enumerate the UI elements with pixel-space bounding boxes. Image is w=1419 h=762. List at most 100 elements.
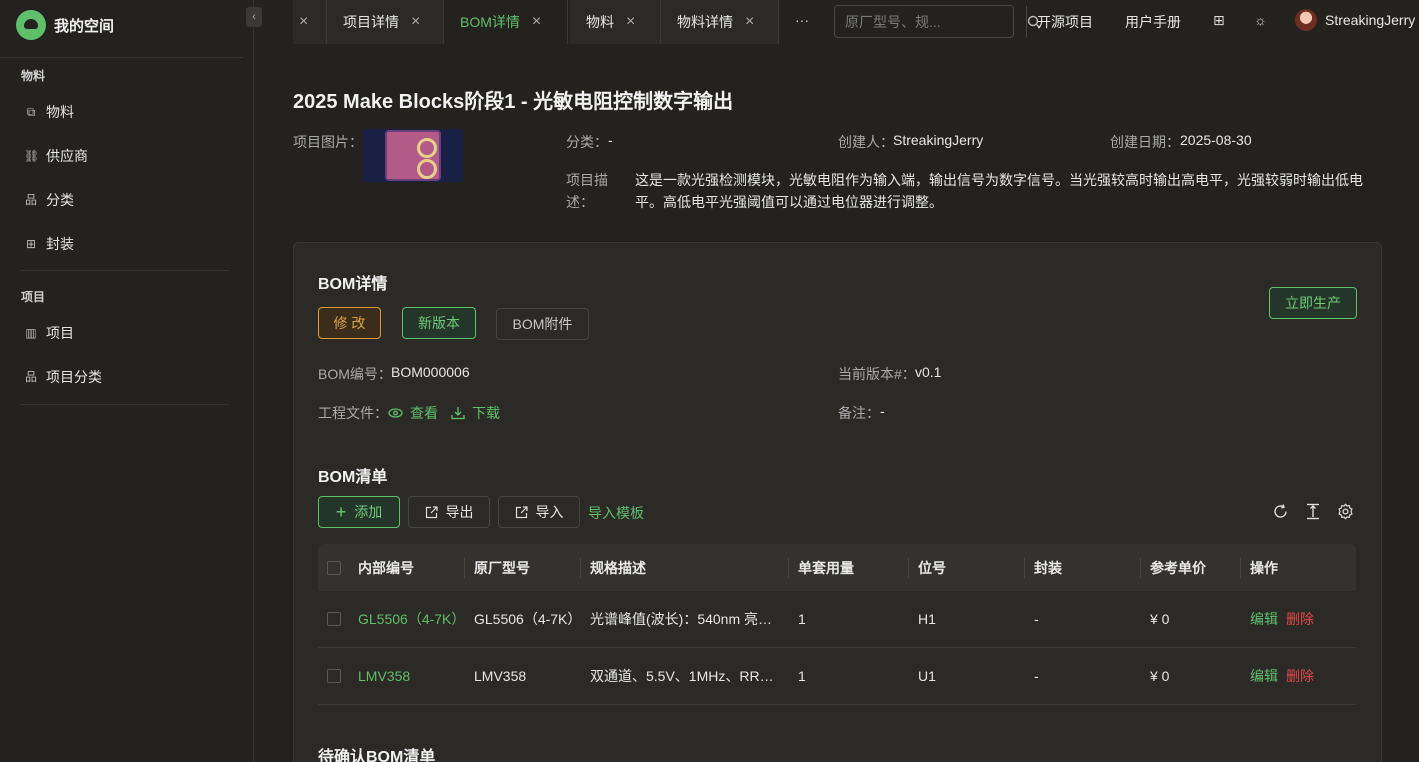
close-icon[interactable]: × (532, 13, 541, 31)
export-button[interactable]: 导出 (408, 496, 490, 528)
project-image-label: 项目图片： (293, 134, 363, 150)
row-checkbox[interactable] (327, 669, 341, 683)
sidebar-item-label: 项目分类 (46, 369, 102, 385)
view-file-link[interactable]: 查看 (388, 403, 438, 423)
app-name: 我的空间 (54, 17, 115, 35)
sidebar-item-suppliers[interactable]: ⛓ 供应商 (24, 146, 88, 166)
language-icon[interactable]: ⊞ (1213, 12, 1225, 29)
sidebar-item-packages[interactable]: ⊞ 封装 (24, 234, 74, 254)
eye-icon (388, 408, 403, 418)
tab-material-detail[interactable]: 物料详情 × (661, 0, 779, 44)
bom-detail-title: BOM详情 (318, 276, 388, 293)
description-text: 这是一款光强检测模块，光敏电阻作为输入端，输出信号为数字信号。当光强较高时输出高… (635, 172, 1363, 210)
settings-gear-icon[interactable] (1337, 503, 1354, 523)
mpn-cell: LMV358 (474, 668, 527, 684)
close-icon[interactable]: × (299, 13, 308, 31)
row-checkbox-cell (318, 591, 348, 647)
page-title: 2025 Make Blocks阶段1 - 光敏电阻控制数字输出 (293, 91, 734, 113)
import-button[interactable]: 导入 (498, 496, 580, 528)
project-image[interactable] (363, 129, 463, 182)
creator-value: StreakingJerry (893, 132, 984, 148)
sidebar-item-label: 分类 (46, 192, 74, 208)
qty-cell: 1 (798, 668, 806, 684)
spec-text: 双通道、5.5V、1MHz、RRO 运放 (590, 668, 780, 684)
edit-row-link[interactable]: 编辑 (1250, 609, 1278, 629)
table-header: 内部编号 原厂型号 规格描述 单套用量 位号 封装 参考单价 操作 (318, 544, 1356, 591)
created-date-label: 创建日期： (1110, 134, 1180, 150)
table-row: LMV358 LMV358 双通道、5.5V、1MHz、RRO 运放 1 U1 … (318, 648, 1356, 705)
tab-project-detail[interactable]: 项目详情 × (327, 0, 444, 44)
bom-no-value: BOM000006 (391, 364, 470, 380)
add-label: 添加 (354, 504, 383, 520)
sidebar-item-projects[interactable]: ▥ 项目 (24, 323, 74, 343)
username[interactable]: StreakingJerry (1325, 12, 1415, 28)
version-value: v0.1 (915, 364, 942, 380)
app-logo[interactable]: 我的空间 (16, 10, 114, 40)
tab-bom-detail[interactable]: BOM详情 × (444, 0, 568, 44)
user-manual-link[interactable]: 用户手册 (1125, 12, 1181, 32)
open-source-link[interactable]: 开源项目 (1037, 12, 1093, 32)
column-header: 原厂型号 (464, 544, 580, 591)
import-template-link[interactable]: 导入模板 (588, 503, 644, 523)
tab-partial[interactable]: × (293, 0, 327, 44)
edit-button[interactable]: 修 改 (318, 307, 381, 339)
remark-label: 备注： (838, 405, 880, 421)
divider (20, 270, 229, 271)
internal-code-link[interactable]: LMV358 (348, 648, 464, 704)
column-height-icon[interactable] (1305, 503, 1321, 523)
download-icon (451, 407, 465, 420)
tab-label: 物料详情 (677, 14, 733, 30)
delete-row-link[interactable]: 删除 (1286, 666, 1314, 686)
export-label: 导出 (445, 504, 474, 520)
avatar[interactable] (1295, 9, 1317, 31)
actions-cell: 编辑 删除 (1240, 591, 1356, 647)
new-version-button[interactable]: 新版本 (402, 307, 476, 339)
more-tabs-icon[interactable]: ··· (795, 12, 809, 28)
close-icon[interactable]: × (411, 13, 420, 31)
sidebar-item-categories[interactable]: 品 分类 (24, 190, 74, 210)
package-cell: - (1034, 668, 1039, 684)
delete-row-link[interactable]: 删除 (1286, 609, 1314, 629)
produce-now-button[interactable]: 立即生产 (1269, 287, 1357, 319)
tab-materials[interactable]: 物料 × (570, 0, 661, 44)
tree-icon: 品 (24, 370, 37, 384)
actions-cell: 编辑 删除 (1240, 648, 1356, 704)
internal-code-link[interactable]: GL5506（4-7K） (348, 591, 464, 647)
price-cell: ¥ 0 (1150, 668, 1170, 684)
select-all-checkbox[interactable] (327, 560, 341, 575)
pcb-thumbnail (385, 130, 441, 181)
sidebar: 我的空间 物料 ⧉ 物料 ⛓ 供应商 品 分类 ⊞ 封装 项目 ▥ 项目 品 项… (0, 0, 254, 762)
version-label: 当前版本#： (838, 366, 916, 382)
search-input[interactable] (835, 6, 1026, 37)
sidebar-item-label: 项目 (46, 325, 74, 341)
import-icon (515, 505, 528, 518)
ref-cell: H1 (918, 611, 936, 627)
download-file-link[interactable]: 下载 (451, 403, 500, 423)
chevron-left-icon[interactable]: ‹ (246, 7, 262, 27)
pending-bom-title: 待确认BOM清单 (318, 749, 436, 762)
row-checkbox[interactable] (327, 612, 341, 626)
edit-row-link[interactable]: 编辑 (1250, 666, 1278, 686)
created-date-value: 2025-08-30 (1180, 132, 1252, 148)
spec-text: 光谱峰值(波长)：540nm 亮电阻 (590, 611, 780, 627)
description-label: 项目描述： (566, 172, 608, 210)
download-label: 下载 (472, 405, 500, 421)
column-header: 位号 (908, 544, 1024, 591)
link-icon: ⛓ (24, 149, 40, 163)
remark-value: - (880, 403, 885, 419)
plus-icon: + (335, 501, 347, 522)
sidebar-item-project-categories[interactable]: 品 项目分类 (24, 367, 102, 387)
top-bar: × 项目详情 × BOM详情 × 物料 × 物料详情 × ··· 开源项目 用户… (293, 0, 1419, 44)
close-icon[interactable]: × (745, 13, 754, 31)
price-cell: ¥ 0 (1150, 611, 1170, 627)
column-header: 内部编号 (358, 559, 414, 576)
refresh-icon[interactable] (1272, 503, 1289, 523)
table-row: GL5506（4-7K） GL5506（4-7K） 光谱峰值(波长)：540nm… (318, 591, 1356, 648)
tab-label: BOM详情 (460, 14, 520, 30)
close-icon[interactable]: × (626, 13, 635, 31)
bom-attachment-button[interactable]: BOM附件 (496, 308, 589, 340)
add-button[interactable]: + 添加 (318, 496, 400, 528)
sidebar-item-materials[interactable]: ⧉ 物料 (24, 102, 74, 122)
ref-cell: U1 (918, 668, 936, 684)
theme-toggle-icon[interactable]: ☼ (1254, 12, 1267, 28)
